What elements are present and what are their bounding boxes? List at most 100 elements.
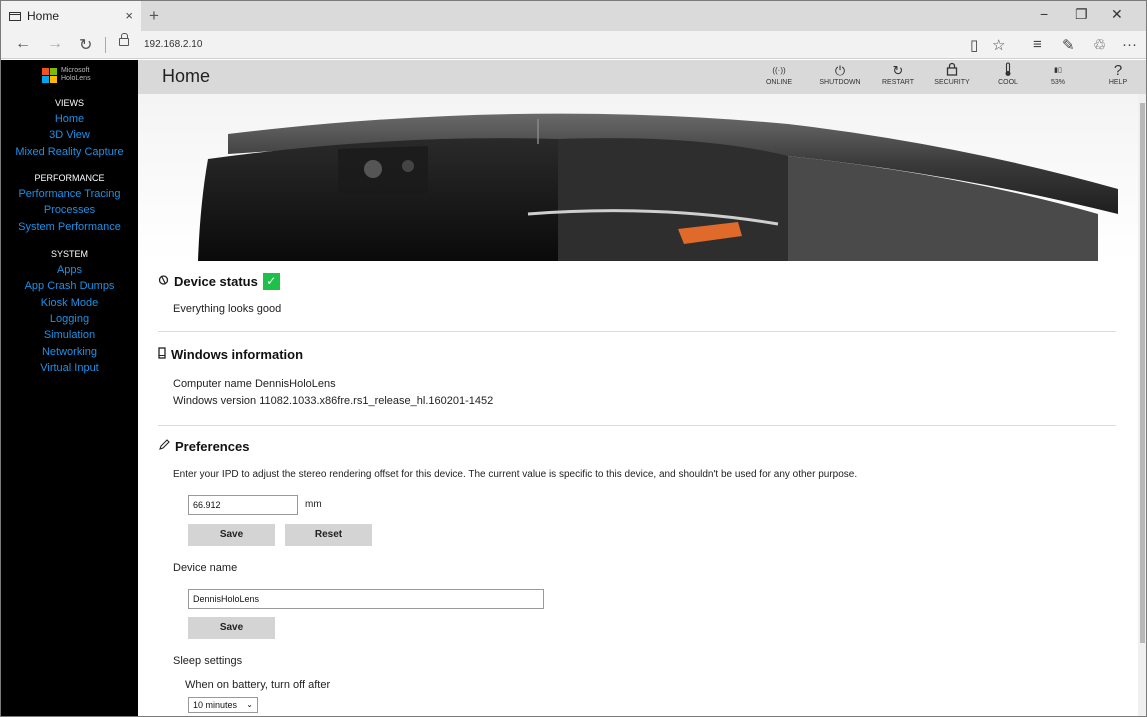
web-note-icon[interactable]: ✎: [1062, 36, 1075, 54]
power-icon: ⏻: [834, 63, 846, 78]
thermal-label: COOL: [998, 79, 1018, 86]
maximize-button[interactable]: ❐: [1075, 6, 1088, 23]
sidebar-item-3d-view[interactable]: 3D View: [1, 129, 138, 141]
status-check-icon: ✓: [262, 273, 280, 290]
thermal-button[interactable]: COOL: [983, 62, 1033, 86]
security-label: SECURITY: [934, 79, 970, 86]
hub-icon[interactable]: ≡: [1033, 36, 1042, 53]
windows-info-title: Windows information: [171, 347, 304, 362]
new-tab-button[interactable]: +: [149, 6, 159, 26]
shutdown-label: SHUTDOWN: [819, 79, 861, 86]
device-status-heading: Device status ✓: [158, 273, 280, 290]
device-name-input[interactable]: [188, 589, 544, 609]
windows-version-label: Windows version: [173, 395, 257, 407]
url-field[interactable]: 192.168.2.10: [144, 39, 202, 50]
ipd-reset-button[interactable]: Reset: [285, 524, 372, 546]
chevron-down-icon: ⌄: [246, 700, 253, 709]
page-scrollbar-thumb[interactable]: [1140, 103, 1145, 643]
browser-window: Home × + − ❐ ✕ ← → ↻ 192.168.2.10 ▯ ☆ ≡ …: [0, 0, 1147, 717]
help-button[interactable]: ? HELP: [1093, 62, 1143, 86]
site-info-icon[interactable]: [119, 33, 129, 46]
windows-version-row: Windows version 11082.1033.x86fre.rs1_re…: [173, 395, 493, 407]
section-divider: [158, 331, 1116, 332]
status-icon: [158, 274, 169, 289]
device-icon: [158, 347, 166, 362]
tab-strip: Home × + − ❐ ✕: [1, 1, 1146, 31]
sidebar-item-simulation[interactable]: Simulation: [1, 329, 138, 341]
device-status-message: Everything looks good: [173, 303, 282, 315]
battery-button[interactable]: ▮▯ 53%: [1033, 62, 1083, 86]
minimize-button[interactable]: −: [1040, 6, 1048, 22]
preferences-title: Preferences: [175, 439, 250, 454]
address-bar: ← → ↻ 192.168.2.10 ▯ ☆ ≡ ✎ ♲ ···: [1, 31, 1146, 59]
battery-sleep-value: 10 minutes: [193, 700, 238, 710]
help-icon: ?: [1113, 62, 1123, 79]
computer-name-value: DennisHoloLens: [254, 378, 336, 390]
close-window-button[interactable]: ✕: [1111, 6, 1123, 23]
microsoft-logo: [42, 68, 57, 83]
battery-icon: ▮▯: [1054, 67, 1062, 74]
restart-label: RESTART: [881, 79, 915, 86]
thermometer-icon: [983, 62, 1033, 79]
sidebar-item-system-performance[interactable]: System Performance: [1, 221, 138, 233]
tab-page-icon: [9, 11, 21, 21]
sleep-settings-label: Sleep settings: [173, 655, 243, 667]
online-button[interactable]: ((·)) ONLINE: [754, 62, 804, 86]
sidebar-heading-views: VIEWS: [54, 98, 84, 108]
restart-icon: ↻: [892, 63, 904, 78]
sidebar-heading-performance: PERFORMANCE: [34, 173, 105, 183]
device-name-label: Device name: [173, 562, 238, 574]
share-icon[interactable]: ♲: [1093, 36, 1106, 54]
logo-text: Microsoft HoloLens: [61, 67, 91, 82]
browser-tab[interactable]: Home ×: [1, 1, 141, 31]
hololens-hero-image: [138, 94, 1138, 261]
ipd-description: Enter your IPD to adjust the stereo rend…: [173, 469, 858, 480]
sidebar-item-logging[interactable]: Logging: [1, 313, 138, 325]
sidebar-item-kiosk-mode[interactable]: Kiosk Mode: [1, 297, 138, 309]
sidebar-item-performance-tracing[interactable]: Performance Tracing: [1, 188, 138, 200]
refresh-button[interactable]: ↻: [79, 35, 92, 55]
pencil-icon: [158, 439, 170, 454]
restart-button[interactable]: ↻ RESTART: [873, 62, 923, 86]
windows-info-heading: Windows information: [158, 347, 303, 362]
shutdown-button[interactable]: ⏻ SHUTDOWN: [815, 62, 865, 86]
computer-name-label: Computer name: [173, 378, 252, 390]
tab-title: Home: [27, 9, 60, 23]
windows-version-value: 11082.1033.x86fre.rs1_release_hl.160201-…: [259, 395, 494, 407]
battery-sleep-label: When on battery, turn off after: [185, 679, 331, 691]
sidebar-item-processes[interactable]: Processes: [1, 204, 138, 216]
ipd-unit-label: mm: [305, 499, 322, 510]
ipd-input[interactable]: [188, 495, 298, 515]
reading-view-icon[interactable]: ▯: [970, 36, 978, 54]
lock-icon: [927, 62, 977, 79]
online-label: ONLINE: [765, 79, 793, 86]
address-separator: [105, 37, 106, 53]
security-button[interactable]: SECURITY: [927, 62, 977, 86]
sidebar: Microsoft HoloLens VIEWS Home 3D View Mi…: [1, 60, 138, 716]
forward-button[interactable]: →: [47, 35, 63, 53]
sidebar-item-app-crash-dumps[interactable]: App Crash Dumps: [1, 280, 138, 292]
sidebar-item-apps[interactable]: Apps: [1, 264, 138, 276]
more-icon[interactable]: ···: [1122, 36, 1137, 53]
favorite-star-icon[interactable]: ☆: [992, 36, 1005, 54]
sidebar-heading-system: SYSTEM: [50, 249, 88, 259]
battery-label: 53%: [1050, 79, 1065, 86]
sidebar-item-mixed-reality-capture[interactable]: Mixed Reality Capture: [1, 146, 138, 158]
help-label: HELP: [1108, 79, 1128, 86]
battery-sleep-select[interactable]: 10 minutes ⌄: [188, 697, 258, 713]
sidebar-item-networking[interactable]: Networking: [1, 346, 138, 358]
back-button[interactable]: ←: [15, 35, 31, 53]
sidebar-item-home[interactable]: Home: [1, 113, 138, 125]
device-name-save-button[interactable]: Save: [188, 617, 275, 639]
ipd-save-button[interactable]: Save: [188, 524, 275, 546]
page-header: Home ((·)) ONLINE ⏻ SHUTDOWN ↻ RESTART S…: [138, 60, 1146, 94]
preferences-heading: Preferences: [158, 439, 249, 454]
sidebar-item-virtual-input[interactable]: Virtual Input: [1, 362, 138, 374]
main-content: Device status ✓ Everything looks good Wi…: [138, 261, 1138, 716]
online-icon: ((·)): [772, 66, 786, 75]
tab-close-icon[interactable]: ×: [125, 8, 133, 23]
page-title: Home: [162, 66, 211, 86]
computer-name-row: Computer name DennisHoloLens: [173, 378, 336, 390]
section-divider: [158, 425, 1116, 426]
device-status-title: Device status: [174, 274, 258, 289]
